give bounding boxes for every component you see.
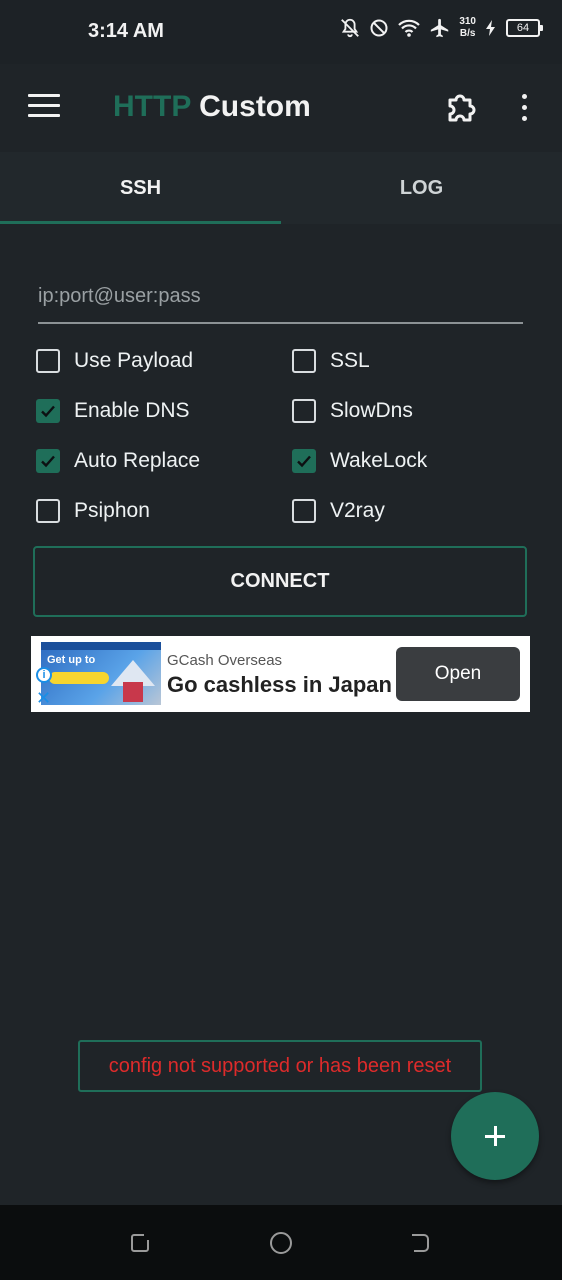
tab-bar: SSH LOG [0, 152, 562, 224]
host-input[interactable] [38, 276, 523, 324]
check-icon [41, 405, 55, 418]
home-icon[interactable] [269, 1231, 293, 1255]
auto-replace-checkbox[interactable]: Auto Replace [36, 449, 200, 473]
checkbox-label: WakeLock [330, 449, 428, 472]
checkbox-box [292, 499, 316, 523]
app-title: HTTP Custom [113, 90, 311, 124]
status-time: 3:14 AM [88, 20, 164, 42]
status-icons: 310 B/s 64 [339, 16, 543, 40]
recents-icon[interactable] [128, 1231, 152, 1255]
checkbox-box [36, 349, 60, 373]
v2ray-checkbox[interactable]: V2ray [292, 499, 385, 523]
airplane-mode-icon [431, 18, 449, 38]
slowdns-checkbox[interactable]: SlowDns [292, 399, 413, 423]
navigation-bar [0, 1205, 562, 1280]
ad-image-text: Get up to [47, 654, 96, 666]
ad-headline[interactable]: Go cashless in Japan [167, 672, 392, 698]
tab-log[interactable]: LOG [281, 152, 562, 224]
puzzle-icon[interactable] [444, 90, 478, 124]
app-title-main: Custom [199, 90, 311, 123]
wakelock-checkbox[interactable]: WakeLock [292, 449, 427, 473]
enable-dns-checkbox[interactable]: Enable DNS [36, 399, 190, 423]
ad-banner[interactable]: Get up to i ✕ GCash Overseas Go cashless… [31, 636, 530, 712]
more-vert-icon[interactable] [518, 94, 530, 122]
connect-button[interactable]: CONNECT [33, 546, 527, 617]
checkbox-label: Enable DNS [74, 399, 190, 422]
checkbox-box [36, 449, 60, 473]
checkbox-box [36, 499, 60, 523]
check-icon [41, 455, 55, 468]
status-bar: 3:14 AM 310 B/s 64 [0, 0, 562, 64]
ad-info-icon[interactable]: i [36, 667, 52, 683]
ad-close-icon[interactable]: ✕ [36, 689, 51, 707]
menu-icon[interactable] [28, 94, 60, 120]
net-speed: 310 B/s [459, 16, 476, 39]
app-bar: HTTP Custom [0, 64, 562, 152]
battery-icon: 64 [506, 19, 543, 37]
app-title-accent: HTTP [113, 90, 191, 123]
ad-sponsor: GCash Overseas [167, 652, 283, 669]
use-payload-checkbox[interactable]: Use Payload [36, 349, 193, 373]
checkbox-box [292, 349, 316, 373]
checkbox-label: Auto Replace [74, 449, 201, 472]
charging-icon [486, 20, 495, 36]
wifi-icon [398, 19, 421, 37]
bell-off-icon [341, 18, 360, 38]
checkbox-label: V2ray [330, 499, 385, 522]
checkbox-box [292, 399, 316, 423]
add-fab-button[interactable] [451, 1092, 539, 1180]
tab-indicator [0, 221, 281, 224]
checkbox-label: SlowDns [330, 399, 413, 422]
psiphon-checkbox[interactable]: Psiphon [36, 499, 150, 523]
toast-message: config not supported or has been reset [78, 1040, 482, 1092]
check-icon [297, 455, 311, 468]
checkbox-label: Use Payload [74, 349, 194, 372]
ssl-checkbox[interactable]: SSL [292, 349, 370, 373]
back-icon[interactable] [408, 1231, 432, 1255]
ad-image[interactable]: Get up to [41, 642, 161, 705]
checkbox-label: SSL [330, 349, 370, 372]
tab-ssh[interactable]: SSH [0, 152, 281, 224]
do-not-disturb-icon [370, 19, 388, 37]
checkbox-box [36, 399, 60, 423]
ad-open-button[interactable]: Open [396, 647, 520, 701]
checkbox-box [292, 449, 316, 473]
checkbox-label: Psiphon [74, 499, 150, 522]
